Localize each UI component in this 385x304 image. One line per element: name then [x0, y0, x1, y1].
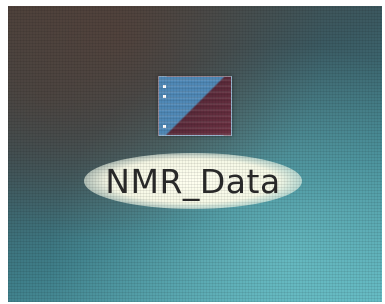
image-file-icon[interactable]	[158, 76, 232, 136]
icon-label-highlight[interactable]: NMR_Data	[78, 151, 308, 211]
desktop-icon-nmr-data[interactable]: NMR_Data	[78, 66, 308, 216]
desktop[interactable]: NMR_Data	[8, 6, 382, 302]
icon-label: NMR_Data	[105, 161, 281, 201]
screen-photo: NMR_Data	[0, 0, 385, 304]
